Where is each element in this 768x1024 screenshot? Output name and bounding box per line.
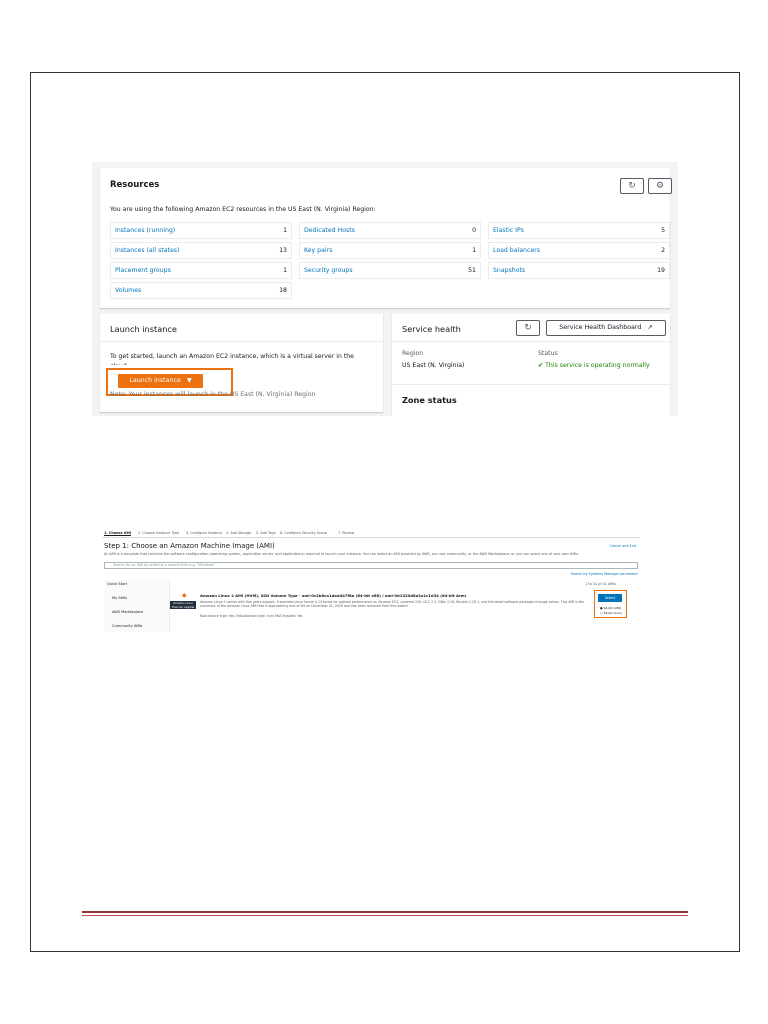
cancel-exit-link[interactable]: Cancel and Exit	[610, 544, 636, 548]
resource-dedicated-hosts[interactable]: Dedicated Hosts 0	[299, 222, 481, 239]
resource-snapshots[interactable]: Snapshots 19	[488, 262, 670, 279]
resource-label[interactable]: Dedicated Hosts	[304, 227, 355, 234]
ami-logo-icon: ◆	[182, 592, 187, 599]
wizard-steps: 1. Choose AMI 2. Choose Instance Type 3.…	[102, 528, 640, 538]
wizard-description: An AMI is a template that contains the s…	[104, 552, 579, 556]
resources-title: Resources	[110, 180, 160, 190]
health-refresh-button[interactable]: ↻	[516, 320, 540, 336]
resource-load-balancers[interactable]: Load balancers 2	[488, 242, 670, 259]
resource-label[interactable]: Volumes	[115, 287, 141, 294]
sidebar-item[interactable]: Community AMIs	[112, 624, 142, 628]
resource-label[interactable]: Elastic IPs	[493, 227, 524, 234]
footer-rule	[82, 911, 688, 916]
ami-description: Amazon Linux 2 comes with five years sup…	[200, 600, 585, 608]
resource-volumes[interactable]: Volumes 18	[110, 282, 292, 299]
resource-value: 18	[279, 287, 287, 294]
ami-search-input[interactable]: Search for an AMI by entering a search t…	[104, 562, 638, 569]
resource-label[interactable]: Instances (running)	[115, 227, 175, 234]
ami-wizard-screenshot: 1. Choose AMI 2. Choose Instance Type 3.…	[102, 528, 640, 632]
resource-key-pairs[interactable]: Key pairs 1	[299, 242, 481, 259]
resource-value: 1	[283, 227, 287, 234]
resource-value: 13	[279, 247, 287, 254]
resource-value: 5	[661, 227, 665, 234]
divider	[100, 341, 383, 342]
divider	[392, 341, 670, 342]
ami-title: Amazon Linux 2 AMI (HVM), SSD Volume Typ…	[200, 593, 467, 598]
check-circle-icon: ✔	[538, 362, 544, 369]
pagination[interactable]: 1 to 41 of 41 AMIs	[585, 582, 616, 586]
status-value: ✔ This service is operating normally	[538, 362, 650, 369]
sidebar-head[interactable]: Quick Start	[107, 582, 127, 586]
sidebar-item[interactable]: My AMIs	[112, 596, 127, 600]
wizard-title: Step 1: Choose an Amazon Machine Image (…	[104, 542, 275, 550]
resource-value: 19	[657, 267, 665, 274]
resource-label[interactable]: Snapshots	[493, 267, 525, 274]
zone-status-title: Zone status	[402, 395, 457, 405]
resource-value: 1	[283, 267, 287, 274]
service-health-dashboard-button[interactable]: Service Health Dashboard ↗	[546, 320, 666, 336]
sidebar-item[interactable]: AWS Marketplace	[112, 610, 143, 614]
service-health-panel: Service health ↻ Service Health Dashboar…	[392, 314, 670, 416]
resource-value: 0	[472, 227, 476, 234]
external-link-icon: ↗	[647, 324, 653, 331]
step-tab[interactable]: 6. Configure Security Group	[280, 531, 327, 535]
resources-panel: Resources ↻ ⚙ You are using the followin…	[100, 168, 672, 308]
resource-label[interactable]: Instances (all states)	[115, 247, 179, 254]
refresh-icon: ↻	[524, 323, 532, 333]
step-tab[interactable]: 7. Review	[338, 531, 354, 535]
resource-value: 2	[661, 247, 665, 254]
launch-instance-panel: Launch instance To get started, launch a…	[100, 314, 383, 412]
ssm-parameter-link[interactable]: Search by Systems Manager parameter	[571, 572, 638, 576]
resource-instances-running[interactable]: Instances (running) 1	[110, 222, 292, 239]
resource-instances-all[interactable]: Instances (all states) 13	[110, 242, 292, 259]
resource-label[interactable]: Placement groups	[115, 267, 171, 274]
region-value: US East (N. Virginia)	[402, 362, 465, 369]
resource-label[interactable]: Security groups	[304, 267, 353, 274]
settings-icon: ⚙	[655, 181, 665, 191]
refresh-button[interactable]: ↻	[620, 178, 644, 194]
ec2-dashboard-screenshot: Resources ↻ ⚙ You are using the followin…	[92, 162, 678, 416]
settings-button[interactable]: ⚙	[648, 178, 672, 194]
step-tab[interactable]: 5. Add Tags	[256, 531, 275, 535]
service-health-title: Service health	[402, 324, 461, 334]
step-tab[interactable]: 4. Add Storage	[226, 531, 251, 535]
resource-value: 51	[468, 267, 476, 274]
highlight-box	[594, 590, 627, 618]
resource-value: 1	[472, 247, 476, 254]
resource-elastic-ips[interactable]: Elastic IPs 5	[488, 222, 670, 239]
resource-label[interactable]: Key pairs	[304, 247, 332, 254]
launch-note: Note: Your instances will launch in the …	[110, 391, 316, 398]
search-placeholder: Search for an AMI by entering a search t…	[113, 563, 216, 567]
ami-meta: Root device type: ebs Virtualization typ…	[200, 614, 303, 618]
resource-label[interactable]: Load balancers	[493, 247, 540, 254]
dashboard-button-label: Service Health Dashboard	[559, 324, 642, 331]
step-tab[interactable]: 1. Choose AMI	[104, 531, 132, 536]
launch-title: Launch instance	[110, 324, 177, 334]
refresh-icon: ↻	[628, 181, 636, 191]
ami-source-sidebar: Quick Start My AMIs AWS Marketplace Comm…	[104, 580, 170, 632]
status-text: This service is operating normally	[545, 362, 650, 369]
step-tab[interactable]: 2. Choose Instance Type	[138, 531, 179, 535]
step-tab[interactable]: 3. Configure Instance	[186, 531, 222, 535]
zone-status-section: Zone status	[392, 384, 670, 416]
resource-placement-groups[interactable]: Placement groups 1	[110, 262, 292, 279]
resource-security-groups[interactable]: Security groups 51	[299, 262, 481, 279]
status-label: Status	[538, 350, 558, 357]
free-tier-badge: Amazon Linux Free tier eligible	[170, 601, 196, 609]
resources-subtitle: You are using the following Amazon EC2 r…	[110, 206, 376, 213]
launch-description: To get started, launch an Amazon EC2 ins…	[110, 353, 354, 365]
region-label: Region	[402, 350, 424, 357]
